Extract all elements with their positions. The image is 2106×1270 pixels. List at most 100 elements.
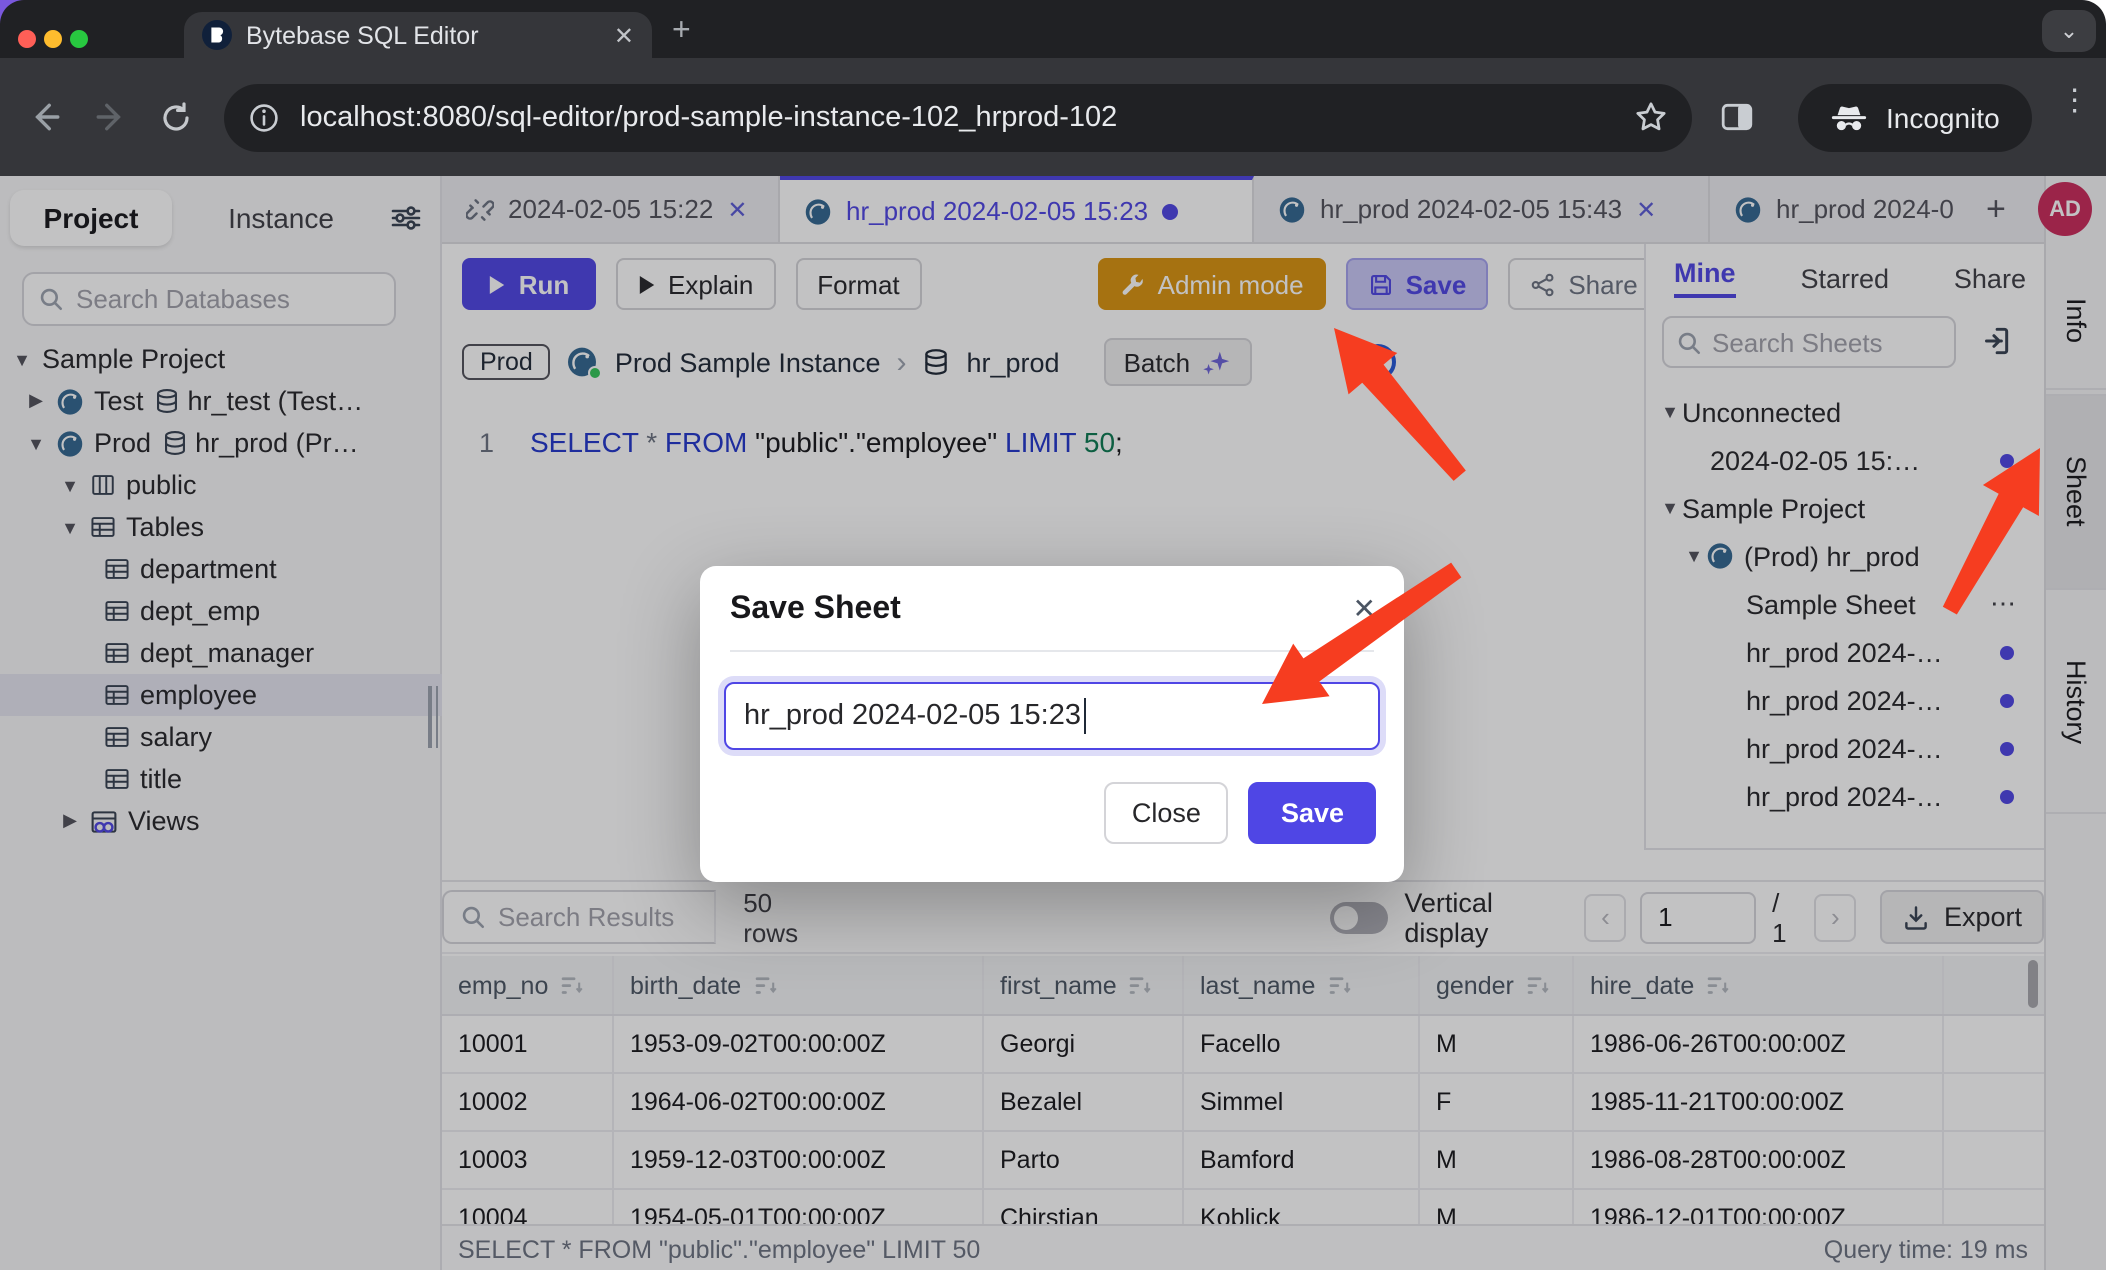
tab-search-button[interactable]: ⌄	[2042, 10, 2096, 52]
forward-icon[interactable]	[94, 100, 128, 134]
sheet-tab-4[interactable]: hr_prod 2024-0	[1710, 176, 1974, 242]
page-number-input[interactable]	[1640, 891, 1756, 943]
sheet-group-sample-project[interactable]: ▼Sample Project	[1658, 484, 2046, 532]
postgres-icon	[1734, 195, 1762, 223]
sheet-item[interactable]: hr_prod 2024-…	[1658, 676, 2046, 724]
sheet-search-input[interactable]	[1712, 327, 1942, 357]
tab-mine[interactable]: Mine	[1674, 258, 1736, 298]
database-search[interactable]	[22, 272, 396, 326]
dialog-save-button[interactable]: Save	[1249, 782, 1376, 844]
results-search-input[interactable]	[498, 902, 697, 932]
results-search[interactable]	[442, 890, 715, 944]
tree-node-prod-db[interactable]: ▼Prodhr_prod (Pr…	[0, 422, 442, 464]
run-button[interactable]: Run	[462, 258, 596, 310]
format-button[interactable]: Format	[795, 258, 921, 310]
sheet-tab-3[interactable]: hr_prod 2024-02-05 15:43 ✕	[1254, 176, 1710, 242]
sheet-tab-2-active[interactable]: hr_prod 2024-02-05 15:23	[780, 176, 1254, 242]
rail-tab-info[interactable]: Info	[2046, 254, 2106, 390]
tab-starred[interactable]: Starred	[1800, 263, 1889, 293]
tab-instance[interactable]: Instance	[172, 202, 390, 234]
sort-icon[interactable]	[1327, 973, 1351, 997]
sort-icon[interactable]	[1129, 973, 1153, 997]
tree-node-schema-public[interactable]: ▼public	[0, 464, 442, 506]
sheet-item-sample-sheet[interactable]: Sample Sheet⋯	[1658, 580, 2046, 628]
admin-mode-button[interactable]: Admin mode	[1098, 258, 1326, 310]
back-icon[interactable]	[28, 100, 62, 134]
tree-node-table-salary[interactable]: salary	[0, 716, 442, 758]
sidebar-resize-handle[interactable]	[428, 686, 438, 748]
column-header[interactable]: birth_date	[614, 956, 984, 1014]
user-avatar[interactable]: AD	[2038, 182, 2092, 236]
sql-code-line[interactable]: 1 SELECT * FROM "public"."employee" LIMI…	[442, 420, 1644, 464]
import-sheet-icon[interactable]	[1978, 324, 2012, 358]
browser-menu-icon[interactable]: ⋮​	[2060, 82, 2090, 152]
new-sheet-tab-button[interactable]: +	[1986, 189, 2006, 229]
results-scrollbar[interactable]	[2028, 960, 2038, 1008]
sort-icon[interactable]	[560, 973, 584, 997]
tab-share[interactable]: Share	[1954, 263, 2026, 293]
table-row[interactable]: 100031959-12-03T00:00:00ZPartoBamfordM19…	[442, 1132, 2044, 1190]
column-header[interactable]: emp_no	[442, 956, 614, 1014]
sheet-item[interactable]: 2024-02-05 15:…	[1658, 436, 2046, 484]
ellipsis-menu-icon[interactable]: ⋯	[1990, 588, 2018, 620]
sheet-tab-1[interactable]: 2024-02-05 15:22 ✕	[442, 176, 780, 242]
sort-icon[interactable]	[753, 973, 777, 997]
tab-project[interactable]: Project	[10, 190, 172, 246]
tree-node-test-db[interactable]: ▶Testhr_test (Test…	[0, 380, 442, 422]
tree-node-table-dept-emp[interactable]: dept_emp	[0, 590, 442, 632]
rail-tab-history[interactable]: History	[2046, 594, 2106, 814]
sheet-group-prod-hr-prod[interactable]: ▼(Prod) hr_prod	[1658, 532, 2046, 580]
column-header[interactable]: gender	[1420, 956, 1574, 1014]
export-button[interactable]: Export	[1880, 890, 2044, 944]
ai-assistant-ring-icon[interactable]	[1360, 344, 1396, 380]
instance-name[interactable]: Prod Sample Instance	[615, 347, 881, 377]
sheet-item[interactable]: hr_prod 2024-…	[1658, 724, 2046, 772]
sheet-group-unconnected[interactable]: ▼Unconnected	[1658, 388, 2046, 436]
column-header[interactable]: last_name	[1184, 956, 1420, 1014]
database-name[interactable]: hr_prod	[966, 347, 1059, 377]
save-sheet-dialog: Save Sheet ✕ hr_prod 2024-02-05 15:23 Cl…	[700, 566, 1404, 882]
filter-sliders-icon[interactable]	[390, 202, 422, 234]
address-bar[interactable]: localhost:8080/sql-editor/prod-sample-in…	[224, 83, 1692, 151]
column-header[interactable]: first_name	[984, 956, 1184, 1014]
explain-button[interactable]: Explain	[616, 258, 775, 310]
dialog-close-button[interactable]: Close	[1104, 782, 1229, 844]
tree-node-table-department[interactable]: department	[0, 548, 442, 590]
vertical-display-toggle[interactable]	[1330, 901, 1388, 933]
sheet-name-input[interactable]: hr_prod 2024-02-05 15:23	[724, 682, 1380, 750]
sheet-search[interactable]	[1662, 316, 1956, 368]
table-row[interactable]: 100021964-06-02T00:00:00ZBezalelSimmelF1…	[442, 1074, 2044, 1132]
prev-page-button[interactable]: ‹	[1585, 893, 1626, 941]
reload-icon[interactable]	[160, 101, 192, 133]
database-search-input[interactable]	[76, 284, 380, 314]
tree-node-project[interactable]: ▼Sample Project	[0, 338, 442, 380]
tree-node-tables-group[interactable]: ▼Tables	[0, 506, 442, 548]
tree-node-table-employee[interactable]: employee	[0, 674, 442, 716]
table-row[interactable]: 100011953-09-02T00:00:00ZGeorgiFacelloM1…	[442, 1016, 2044, 1074]
next-page-button[interactable]: ›	[1815, 893, 1856, 941]
side-panel-icon[interactable]	[1720, 100, 1754, 134]
unlink-icon	[466, 195, 494, 223]
sort-icon[interactable]	[1706, 973, 1730, 997]
site-info-icon[interactable]	[248, 101, 280, 133]
browser-tab[interactable]: Bytebase SQL Editor ✕	[184, 12, 652, 58]
tree-node-views-group[interactable]: ▶Views	[0, 800, 442, 842]
new-browser-tab-button[interactable]: +	[672, 16, 691, 48]
close-window-button[interactable]	[18, 30, 36, 48]
tree-node-table-dept-manager[interactable]: dept_manager	[0, 632, 442, 674]
bookmark-star-icon[interactable]	[1634, 100, 1668, 134]
browser-tab-close-icon[interactable]: ✕	[614, 21, 634, 49]
tree-node-table-title[interactable]: title	[0, 758, 442, 800]
rail-tab-sheet[interactable]: Sheet	[2046, 394, 2106, 590]
sheet-item[interactable]: hr_prod 2024-…	[1658, 772, 2046, 820]
batch-button[interactable]: Batch	[1104, 338, 1253, 386]
column-header[interactable]: hire_date	[1574, 956, 1944, 1014]
save-button[interactable]: Save	[1346, 258, 1489, 310]
minimize-window-button[interactable]	[44, 30, 62, 48]
dialog-close-icon[interactable]: ✕	[1353, 592, 1376, 626]
close-sheet-tab-icon[interactable]: ✕	[1636, 195, 1656, 223]
sort-icon[interactable]	[1526, 973, 1550, 997]
sheet-item[interactable]: hr_prod 2024-…	[1658, 628, 2046, 676]
maximize-window-button[interactable]	[70, 30, 88, 48]
close-sheet-tab-icon[interactable]: ✕	[727, 195, 747, 223]
